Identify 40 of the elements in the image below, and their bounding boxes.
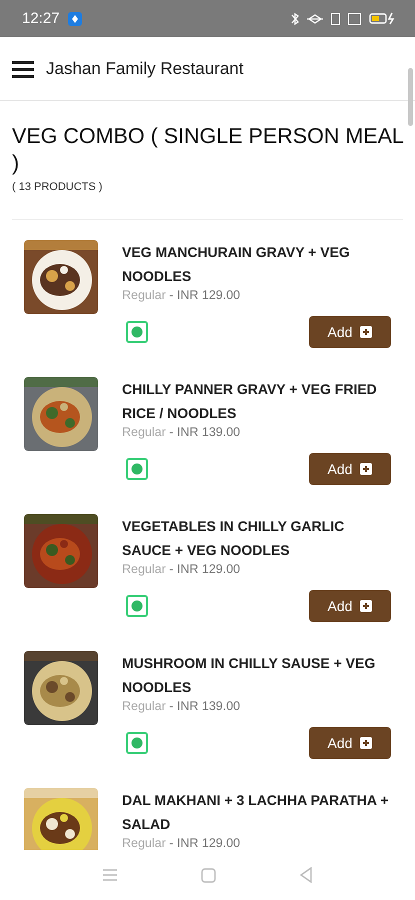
variant-label: Regular (122, 288, 166, 302)
veg-icon (126, 321, 148, 343)
veg-icon (126, 458, 148, 480)
product-name: VEG MANCHURAIN GRAVY + VEG NOODLES (122, 243, 351, 286)
variant-label: Regular (122, 425, 166, 439)
menu-icon[interactable] (12, 60, 34, 78)
add-button[interactable]: Add (309, 590, 391, 622)
variant-label: Regular (122, 699, 166, 713)
product-name: MUSHROOM IN CHILLY SAUSE + VEG NOODLES (122, 654, 376, 697)
product-name: VEGETABLES IN CHILLY GARLIC SAUCE + VEG NOODLES (122, 517, 346, 560)
product-count: ( 13 PRODUCTS ) (12, 181, 104, 193)
network-icon (307, 14, 323, 24)
bluetooth-icon (291, 12, 299, 26)
plus-icon (360, 326, 372, 338)
variant-label: Regular (122, 562, 166, 576)
back-nav-icon[interactable] (299, 867, 314, 883)
plus-icon (360, 737, 372, 749)
product-name: DAL MAKHANI + 3 LACHHA PARATHA + SALAD (122, 791, 390, 834)
product-price: - INR 139.00 (169, 699, 240, 713)
product-price: - INR 129.00 (169, 562, 240, 576)
product-price: - INR 129.00 (169, 836, 240, 850)
veg-icon (126, 595, 148, 617)
scrollbar (408, 68, 413, 126)
product-price: - INR 139.00 (169, 425, 240, 439)
location-icon (68, 12, 82, 26)
menu-nav-icon[interactable] (102, 868, 118, 882)
product-price: - INR 129.00 (169, 288, 240, 302)
product-name: CHILLY PANNER GRAVY + VEG FRIED RICE / NOODLES (122, 380, 378, 423)
add-button[interactable]: Add (309, 727, 391, 759)
category-title: VEG COMBO ( SINGLE PERSON MEAL ) (12, 123, 404, 177)
plus-icon (360, 600, 372, 612)
add-button[interactable]: Add (309, 316, 391, 348)
battery-icon (369, 12, 395, 25)
home-nav-icon[interactable] (200, 868, 216, 882)
plus-icon (360, 463, 372, 475)
add-button[interactable]: Add (309, 453, 391, 485)
status-time: 12:27 (22, 10, 60, 27)
variant-label: Regular (122, 836, 166, 850)
app-title: Jashan Family Restaurant (46, 58, 244, 78)
veg-icon (126, 732, 148, 754)
